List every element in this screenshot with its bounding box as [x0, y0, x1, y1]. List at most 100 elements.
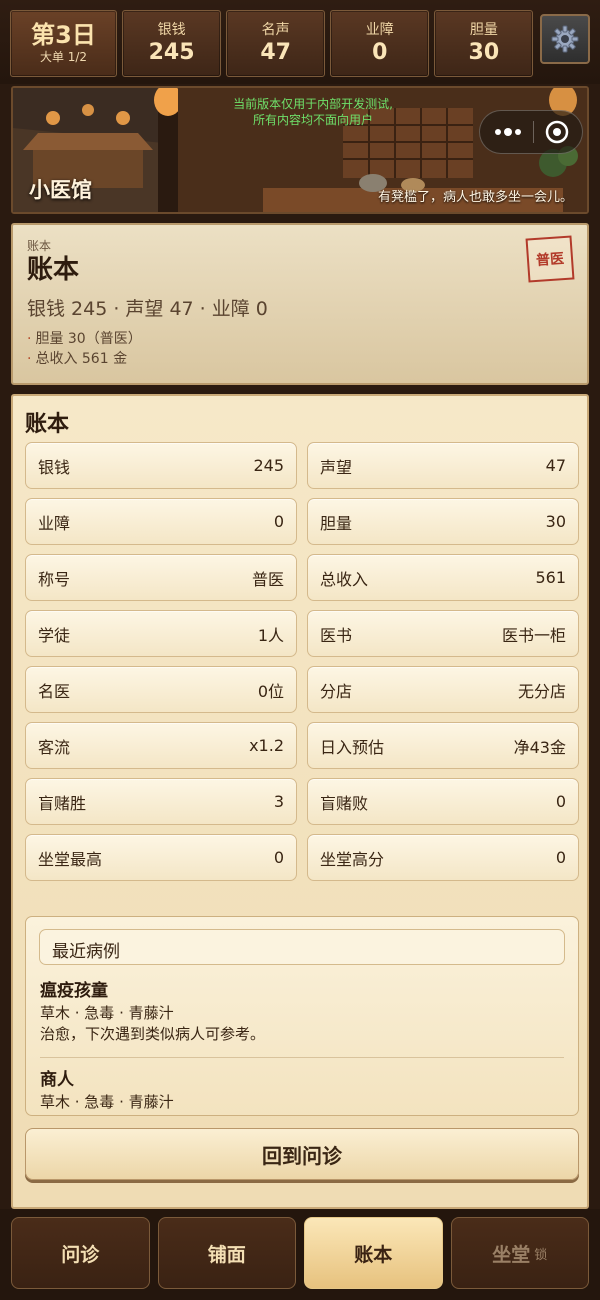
- note-item: · 总收入 561 金: [27, 349, 573, 369]
- tab-consult[interactable]: 问诊: [11, 1217, 150, 1289]
- ledger-cell-value: 无分店: [517, 681, 566, 701]
- note-text: 总收入 561 金: [35, 351, 128, 367]
- ledger-cell: 坐堂高分 0: [307, 834, 579, 881]
- recent-cases-title: 最近病例: [39, 929, 565, 965]
- ledger-cell-value: 47: [545, 456, 566, 475]
- ledger-cell-label: 盲赌胜: [38, 793, 87, 813]
- note-item: · 胆量 30（普医）: [27, 329, 573, 349]
- tab-label: 问诊: [61, 1243, 100, 1266]
- settings-button[interactable]: [540, 14, 590, 64]
- ledger-cell: 分店 无分店: [307, 666, 579, 713]
- ledger-cell-label: 学徒: [38, 625, 71, 645]
- ledger-cell-label: 分店: [320, 681, 353, 701]
- ledger-cell-label: 银钱: [38, 457, 71, 477]
- stat-silver: 银钱 245: [122, 10, 222, 77]
- ledger-cell-value: 561: [535, 568, 566, 587]
- stat-value: 30: [468, 39, 500, 65]
- case-herbs: 草木 · 急毒 · 青藤汁: [40, 1004, 174, 1022]
- ledger-cell: 总收入 561: [307, 554, 579, 601]
- ledger-cell-label: 坐堂最高: [38, 849, 103, 869]
- recent-cases[interactable]: 最近病例 瘟疫孩童 草木 · 急毒 · 青藤汁 治愈，下次遇到类似病人可参考。 …: [25, 916, 579, 1116]
- ledger-cell-value: 医书一柜: [501, 625, 566, 645]
- ledger-panel: 账本 银钱 245 声望 47 业障 0 胆量 30 称号 普医 总收入 561 学徒 1人 医书 医书一柜名…: [11, 394, 589, 1209]
- ledger-cell: 学徒 1人: [25, 610, 297, 657]
- ledger-cell-value: 0位: [257, 681, 284, 701]
- lock-badge: 锁: [534, 1247, 548, 1263]
- rank-stamp: 普医: [525, 235, 575, 283]
- ledger-cell: 银钱 245: [25, 442, 297, 489]
- tab-label: 铺面: [207, 1243, 246, 1266]
- ledger-cell: 医书 医书一柜: [307, 610, 579, 657]
- ledger-cell-value: 1人: [257, 625, 284, 645]
- ledger-grid-scroll[interactable]: 银钱 245 声望 47 业障 0 胆量 30 称号 普医 总收入 561 学徒 1人 医书 医书一柜 名医 0位…: [25, 442, 579, 906]
- ledger-cell-label: 声望: [320, 457, 353, 477]
- bullet-dot-icon: ·: [27, 351, 32, 367]
- case-result: 治愈，下次遇到类似病人可参考。: [40, 1025, 266, 1043]
- ledger-title: 账本: [25, 412, 70, 437]
- ledger-cell-value: 245: [253, 456, 284, 475]
- back-to-consult-button[interactable]: 回到问诊: [25, 1128, 579, 1180]
- scene-banner: 当前版本仅用于内部开发测试, 所有内容均不面向用户 小医馆 有凳槛了，病人也敢多…: [11, 86, 589, 214]
- ledger-cell: 声望 47: [307, 442, 579, 489]
- ledger-cell-label: 业障: [38, 513, 71, 533]
- ledger-cell-label: 坐堂高分: [320, 849, 385, 869]
- tab-label: 账本: [354, 1243, 393, 1266]
- ledger-cell-value: 0: [555, 848, 566, 867]
- stat-courage: 胆量 30: [434, 10, 534, 77]
- bullet-dot-icon: ·: [27, 331, 32, 347]
- tab-shop[interactable]: 铺面: [157, 1217, 296, 1289]
- tab-clinic-hall[interactable]: 坐堂锁: [450, 1217, 589, 1289]
- ledger-cell-label: 日入预估: [320, 737, 385, 757]
- ledger-cell: 客流 x1.2: [25, 722, 297, 769]
- top-stats-bar: 第3日 大单 1/2 银钱 245 名声 47 业障 0 胆量 30: [0, 0, 600, 84]
- stat-label: 名声: [261, 21, 290, 38]
- capsule-divider: [532, 121, 534, 143]
- case-herbs: 草木 · 急毒 · 青藤汁: [40, 1093, 174, 1111]
- ledger-cell-value: 0: [273, 512, 284, 531]
- day-label: 第3日: [31, 21, 96, 49]
- stat-label: 业障: [365, 21, 394, 38]
- ledger-cell-label: 总收入: [320, 569, 369, 589]
- ledger-cell: 名医 0位: [25, 666, 297, 713]
- stat-label: 银钱: [157, 21, 186, 38]
- stat-karma: 业障 0: [330, 10, 430, 77]
- gear-icon: [551, 25, 579, 53]
- dev-notice: 当前版本仅用于内部开发测试, 所有内容均不面向用户: [183, 96, 443, 128]
- ledger-cell-value: x1.2: [249, 736, 284, 755]
- note-text: 胆量 30（普医）: [35, 331, 142, 347]
- ledger-header-card: 账本 账本 银钱 245 · 声望 47 · 业障 0 · 胆量 30（普医） ·…: [11, 223, 589, 385]
- case-name: 瘟疫孩童: [40, 981, 108, 1001]
- ledger-cell-label: 医书: [320, 625, 353, 645]
- day-subtitle: 大单 1/2: [39, 50, 88, 64]
- header-summary: 银钱 245 · 声望 47 · 业障 0: [27, 298, 268, 320]
- flavor-text: 有凳槛了，病人也敢多坐一会儿。: [377, 190, 573, 205]
- mini-program-capsule: [479, 110, 583, 154]
- stat-value: 0: [372, 39, 388, 65]
- header-kicker: 账本: [27, 239, 52, 253]
- ledger-cell: 日入预估 净43金: [307, 722, 579, 769]
- case-name: 商人: [40, 1070, 74, 1090]
- ledger-cell-label: 名医: [38, 681, 71, 701]
- ledger-cell-label: 客流: [38, 737, 71, 757]
- stat-fame: 名声 47: [226, 10, 326, 77]
- stat-value: 47: [260, 39, 291, 65]
- dev-notice-line2: 所有内容均不面向用户: [252, 113, 373, 127]
- more-dots-icon[interactable]: [494, 127, 522, 137]
- case-item: 瘟疫孩童 草木 · 急毒 · 青藤汁 治愈，下次遇到类似病人可参考。: [40, 979, 564, 1045]
- tab-ledger[interactable]: 账本: [304, 1217, 443, 1289]
- page-title: 账本: [27, 255, 80, 285]
- header-notes: · 胆量 30（普医） · 总收入 561 金: [27, 329, 573, 369]
- ledger-cell: 胆量 30: [307, 498, 579, 545]
- ledger-cell-value: 净43金: [513, 737, 566, 757]
- ledger-cell-value: 3: [273, 792, 284, 811]
- ledger-cell: 坐堂最高 0: [25, 834, 297, 881]
- ledger-cell-value: 0: [273, 848, 284, 867]
- ledger-cell: 盲赌胜 3: [25, 778, 297, 825]
- close-circle-icon[interactable]: [545, 120, 569, 144]
- dev-notice-line1: 当前版本仅用于内部开发测试,: [233, 97, 393, 111]
- ledger-cell-label: 称号: [38, 569, 71, 589]
- ledger-grid: 银钱 245 声望 47 业障 0 胆量 30 称号 普医 总收入 561 学徒 1人 医书 医书一柜 名医 0位…: [25, 442, 579, 881]
- ledger-cell-label: 胆量: [320, 513, 353, 533]
- ledger-cell-value: 30: [545, 512, 566, 531]
- shop-name: 小医馆: [29, 178, 92, 202]
